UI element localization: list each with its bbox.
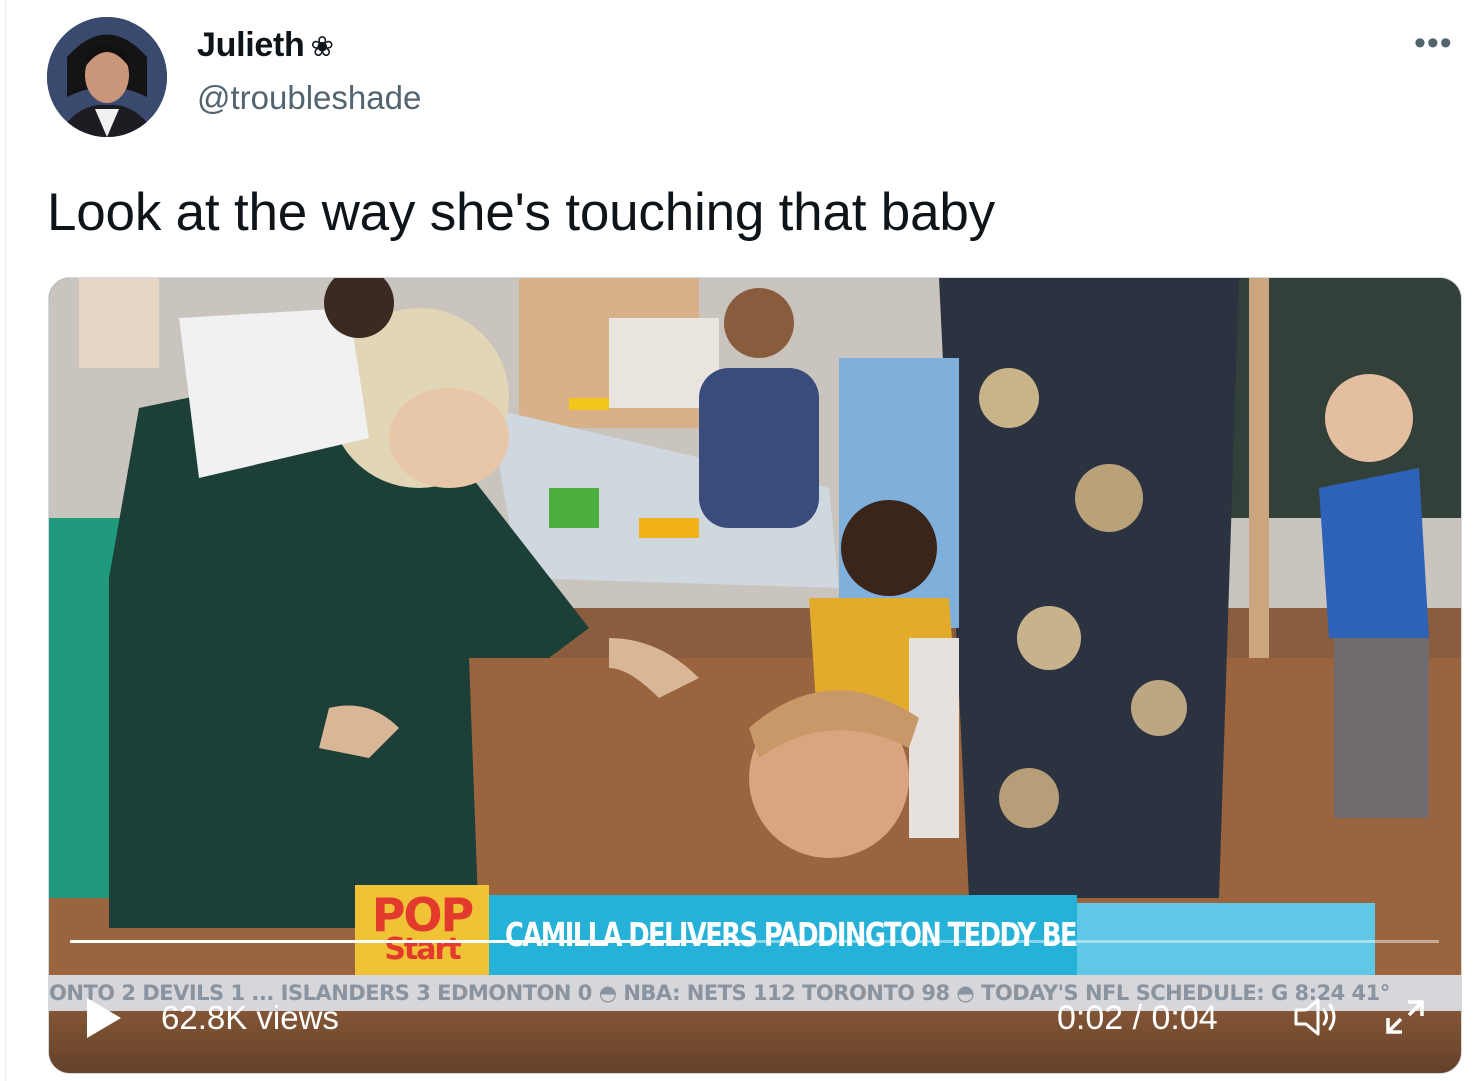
volume-icon[interactable] xyxy=(1292,996,1340,1038)
headline-text: CAMILLA DELIVERS PADDINGTON TEDDY BEARS xyxy=(505,915,1131,954)
flower-icon: ❀ xyxy=(310,31,334,62)
video-player[interactable]: POP Start CAMILLA DELIVERS PADDINGTON TE… xyxy=(48,277,1462,1074)
headline-bar-tail xyxy=(1077,903,1375,975)
news-chyron: POP Start CAMILLA DELIVERS PADDINGTON TE… xyxy=(355,885,1375,975)
avatar-photo-icon xyxy=(47,17,167,137)
tweet-text: Look at the way she's touching that baby xyxy=(47,183,995,242)
view-count: 62.8K views xyxy=(161,999,339,1036)
video-progress-bar[interactable] xyxy=(70,940,1439,943)
video-progress-fill xyxy=(70,940,755,943)
avatar[interactable] xyxy=(47,17,167,137)
pop-start-logo: POP Start xyxy=(355,885,489,975)
headline-bar: CAMILLA DELIVERS PADDINGTON TEDDY BEARS xyxy=(489,895,1131,975)
timeline-border xyxy=(5,0,6,1081)
author-name[interactable]: Julieth ❀ xyxy=(197,26,334,65)
author-handle[interactable]: @troubleshade xyxy=(197,79,421,117)
fullscreen-icon[interactable] xyxy=(1382,996,1428,1038)
play-icon[interactable] xyxy=(87,998,121,1038)
video-time: 0:02 / 0:04 xyxy=(1057,999,1218,1037)
more-options-button[interactable]: ••• xyxy=(1414,26,1453,60)
